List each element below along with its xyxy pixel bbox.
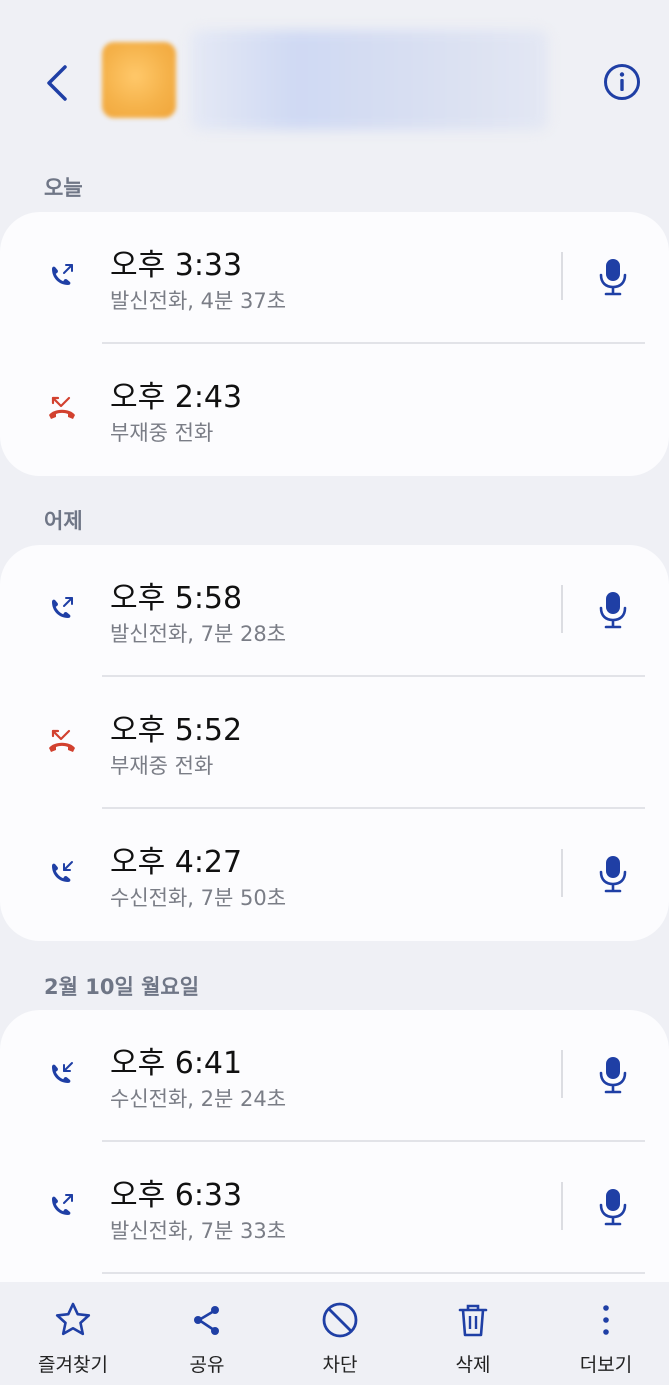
section-label-yesterday: 어제	[44, 509, 83, 533]
row-divider	[102, 1272, 645, 1274]
recording-button[interactable]	[592, 1186, 634, 1228]
call-time: 오후 5:58	[110, 581, 243, 616]
call-detail: 수신전화, 7분 50초	[110, 886, 287, 910]
outgoing-call-icon	[44, 258, 80, 294]
call-time: 오후 3:33	[110, 248, 243, 283]
call-detail: 수신전화, 2분 24초	[110, 1087, 287, 1111]
call-log-row[interactable]: 오후 2:43 부재중 전화	[0, 344, 669, 476]
call-time: 오후 4:27	[110, 845, 243, 880]
recording-button[interactable]	[592, 589, 634, 631]
more-label: 더보기	[579, 1354, 633, 1376]
delete-label: 삭제	[455, 1354, 491, 1376]
vertical-divider	[561, 252, 563, 300]
info-icon	[604, 64, 640, 100]
block-label: 차단	[322, 1354, 358, 1376]
delete-button[interactable]: 삭제	[418, 1300, 528, 1377]
share-button[interactable]: 공유	[152, 1300, 262, 1377]
microphone-icon	[599, 259, 627, 296]
call-log-row[interactable]: 오후 5:58 발신전화, 7분 28초	[0, 545, 669, 677]
call-time: 오후 6:41	[110, 1046, 243, 1081]
call-group-today: 오후 3:33 발신전화, 4분 37초 오후 2:43 부재중 전화	[0, 212, 669, 476]
chevron-left-icon	[47, 64, 67, 101]
vertical-divider	[561, 849, 563, 897]
favorite-label: 즐겨찾기	[38, 1354, 108, 1376]
outgoing-call-icon	[44, 1188, 80, 1224]
vertical-divider	[561, 585, 563, 633]
avatar	[102, 42, 176, 118]
more-vertical-icon	[603, 1305, 609, 1335]
more-button[interactable]: 더보기	[551, 1300, 661, 1377]
section-label-today: 오늘	[44, 176, 83, 200]
back-button[interactable]	[32, 55, 82, 110]
call-group-date: 오후 6:41 수신전화, 2분 24초 오후 6:33 발신전화, 7분 33…	[0, 1010, 669, 1310]
call-time: 오후 2:43	[110, 380, 243, 415]
vertical-divider	[561, 1050, 563, 1098]
vertical-divider	[561, 1182, 563, 1230]
microphone-icon	[599, 1057, 627, 1094]
call-log-row[interactable]: 오후 4:27 수신전화, 7분 50초	[0, 809, 669, 941]
recording-button[interactable]	[592, 1054, 634, 1096]
microphone-icon	[599, 592, 627, 629]
call-time: 오후 5:52	[110, 713, 243, 748]
call-time: 오후 6:33	[110, 1178, 243, 1213]
block-icon	[322, 1302, 358, 1338]
header	[0, 0, 669, 150]
recording-button[interactable]	[592, 256, 634, 298]
missed-call-icon	[44, 390, 80, 426]
star-icon	[55, 1302, 91, 1336]
info-button[interactable]	[600, 60, 644, 104]
share-label: 공유	[189, 1354, 225, 1376]
call-log-row[interactable]: 오후 6:33 발신전화, 7분 33초	[0, 1142, 669, 1274]
trash-icon	[458, 1304, 488, 1337]
incoming-call-icon	[44, 855, 80, 891]
call-detail: 부재중 전화	[110, 754, 214, 778]
call-detail: 발신전화, 4분 37초	[110, 289, 287, 313]
favorite-button[interactable]: 즐겨찾기	[18, 1300, 128, 1377]
call-detail: 부재중 전화	[110, 421, 214, 445]
missed-call-icon	[44, 723, 80, 759]
contact-name-blurred	[190, 30, 548, 130]
call-detail: 발신전화, 7분 28초	[110, 622, 287, 646]
share-icon	[194, 1306, 219, 1335]
call-group-yesterday: 오후 5:58 발신전화, 7분 28초 오후 5:52 부재중 전화 오후 4…	[0, 545, 669, 941]
microphone-icon	[599, 1189, 627, 1226]
block-button[interactable]: 차단	[285, 1300, 395, 1377]
recording-button[interactable]	[592, 853, 634, 895]
call-log-row[interactable]: 오후 5:52 부재중 전화	[0, 677, 669, 809]
call-log-row[interactable]: 오후 6:41 수신전화, 2분 24초	[0, 1010, 669, 1142]
outgoing-call-icon	[44, 591, 80, 627]
bottom-action-bar: 즐겨찾기 공유 차단 삭제 더보기	[0, 1282, 669, 1385]
microphone-icon	[599, 856, 627, 893]
incoming-call-icon	[44, 1056, 80, 1092]
call-detail: 발신전화, 7분 33초	[110, 1219, 287, 1243]
section-label-date: 2월 10일 월요일	[44, 975, 200, 999]
call-log-row[interactable]: 오후 3:33 발신전화, 4분 37초	[0, 212, 669, 344]
